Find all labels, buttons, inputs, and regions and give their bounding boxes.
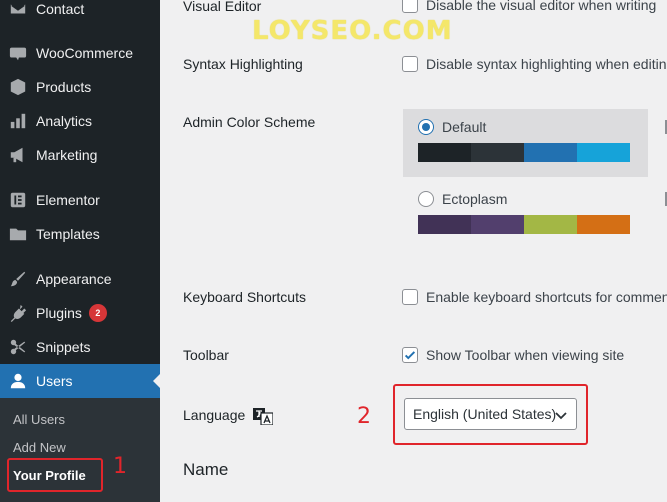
menu-item-snippets[interactable]: Snippets xyxy=(0,330,160,364)
syntax-highlighting-option[interactable]: Disable syntax highlighting when editing… xyxy=(402,56,667,72)
syntax-highlighting-text: Disable syntax highlighting when editing… xyxy=(426,56,667,72)
swatch xyxy=(418,143,471,162)
color-scheme-default[interactable]: Default xyxy=(418,119,486,135)
menu-item-elementor[interactable]: Elementor xyxy=(0,183,160,217)
menu-item-users[interactable]: Users xyxy=(0,364,161,398)
elementor-icon xyxy=(0,191,36,209)
menu-label: Products xyxy=(36,79,92,95)
menu-label: WooCommerce xyxy=(36,45,133,61)
color-scheme-ectoplasm-radio[interactable] xyxy=(418,191,434,207)
woocommerce-icon xyxy=(0,44,36,62)
swatch xyxy=(471,215,524,234)
visual-editor-label: Visual Editor xyxy=(183,0,262,14)
menu-item-products[interactable]: Products xyxy=(0,70,160,104)
syntax-highlighting-label: Syntax Highlighting xyxy=(183,56,303,72)
wp-admin-screen: Contact WooCommerce Products Analytics M xyxy=(0,0,667,502)
syntax-highlighting-checkbox[interactable] xyxy=(402,56,418,72)
swatch xyxy=(577,215,630,234)
swatch xyxy=(577,143,630,162)
swatch xyxy=(418,215,471,234)
bar-chart-icon xyxy=(0,112,36,130)
toolbar-text: Show Toolbar when viewing site xyxy=(426,347,625,363)
menu-label: Elementor xyxy=(36,192,100,208)
scissors-icon xyxy=(0,338,36,356)
visual-editor-option[interactable]: Disable the visual editor when writing xyxy=(402,0,656,13)
mail-icon xyxy=(0,0,36,18)
menu-label: Templates xyxy=(36,226,100,242)
plug-icon xyxy=(0,304,36,322)
menu-label: Users xyxy=(36,373,73,389)
ectoplasm-color-swatches xyxy=(418,215,630,234)
visual-editor-checkbox[interactable] xyxy=(402,0,418,13)
step-marker-1: 1 xyxy=(113,454,127,479)
menu-label: Marketing xyxy=(36,147,98,163)
menu-label: Snippets xyxy=(36,339,91,355)
user-icon xyxy=(0,372,36,390)
paintbrush-icon xyxy=(0,270,36,288)
color-scheme-name: Default xyxy=(442,119,487,135)
update-count-badge: 2 xyxy=(88,304,107,322)
name-section-heading: Name xyxy=(183,460,229,479)
language-label-text: Language xyxy=(183,407,246,423)
menu-item-marketing[interactable]: Marketing xyxy=(0,138,160,172)
color-scheme-name: Ectoplasm xyxy=(442,191,508,207)
language-label: Language xyxy=(183,407,274,426)
menu-item-templates[interactable]: Templates xyxy=(0,217,160,251)
submenu-all-users[interactable]: All Users xyxy=(13,412,65,427)
folder-icon xyxy=(0,225,36,243)
toolbar-option[interactable]: Show Toolbar when viewing site xyxy=(402,347,624,363)
keyboard-shortcuts-checkbox[interactable] xyxy=(402,289,418,305)
menu-item-analytics[interactable]: Analytics xyxy=(0,104,160,138)
translate-icon xyxy=(253,408,274,426)
toolbar-checkbox[interactable] xyxy=(402,347,418,363)
toolbar-label: Toolbar xyxy=(183,347,229,363)
keyboard-shortcuts-text: Enable keyboard shortcuts for comment mo… xyxy=(426,289,667,305)
admin-sidebar: Contact WooCommerce Products Analytics M xyxy=(0,0,161,502)
color-scheme-default-radio[interactable] xyxy=(418,119,434,135)
swatch xyxy=(471,143,524,162)
menu-item-appearance[interactable]: Appearance xyxy=(0,262,160,296)
submenu-add-new[interactable]: Add New xyxy=(13,440,66,455)
keyboard-shortcuts-label: Keyboard Shortcuts xyxy=(183,289,306,305)
menu-label: Contact xyxy=(36,1,85,17)
color-scheme-ectoplasm[interactable]: Ectoplasm xyxy=(418,191,507,207)
keyboard-shortcuts-option[interactable]: Enable keyboard shortcuts for comment mo… xyxy=(402,289,667,305)
menu-item-contact[interactable]: Contact xyxy=(0,0,160,26)
menu-item-plugins[interactable]: Plugins 2 xyxy=(0,296,160,330)
visual-editor-text: Disable the visual editor when writing xyxy=(426,0,657,13)
highlight-box-language xyxy=(393,384,588,445)
menu-label: Analytics xyxy=(36,113,93,129)
menu-item-woocommerce[interactable]: WooCommerce xyxy=(0,36,160,70)
color-scheme-label: Admin Color Scheme xyxy=(183,114,316,130)
swatch xyxy=(524,215,577,234)
default-color-swatches xyxy=(418,143,630,162)
box-icon xyxy=(0,78,36,96)
menu-label: Appearance xyxy=(36,271,112,287)
highlight-box-your-profile xyxy=(7,458,103,492)
menu-label: Plugins xyxy=(36,305,82,321)
step-marker-2: 2 xyxy=(357,404,371,429)
megaphone-icon xyxy=(0,146,36,164)
checkmark-icon xyxy=(404,351,416,360)
watermark-text: LOYSEO.COM xyxy=(252,16,453,46)
swatch xyxy=(524,143,577,162)
